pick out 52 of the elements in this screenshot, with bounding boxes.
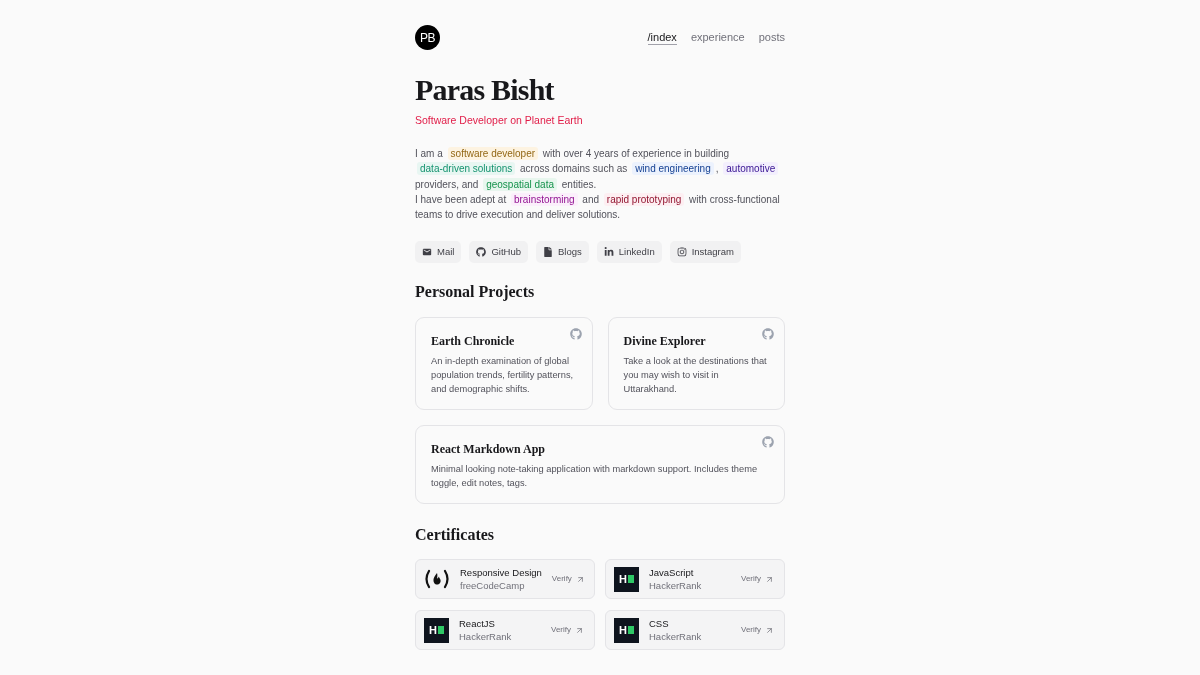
certificate-title: JavaScript [649, 567, 695, 579]
social-link[interactable]: GitHub [469, 241, 528, 264]
github-icon[interactable] [762, 328, 774, 341]
social-link[interactable]: Instagram [669, 241, 741, 264]
project-description: Minimal looking note-taking application with markdown support. Includes theme toggle, edit notes, tags. [431, 463, 759, 491]
project-description: An in-depth examination of global population trends, fertility patterns, and demographic shifts. [431, 355, 575, 397]
nav-link[interactable]: posts [758, 30, 785, 45]
arrow-up-right-icon [765, 575, 774, 584]
intro-paragraph: I have been adept at brainstorming and rapid prototyping with cross‑functional teams to drive execution and deliver solutions. [415, 191, 781, 223]
github-icon[interactable] [762, 436, 774, 449]
social-link[interactable]: Mail [415, 241, 462, 264]
project-card[interactable]: Divine Explorer Take a look at the destinations that you may wish to visit in Uttarakhand. [607, 317, 785, 411]
linkedin-icon [603, 247, 614, 258]
certificate-issuer: HackerRank [649, 579, 702, 592]
project-title: Earth Chronicle [431, 334, 516, 349]
certificate-issuer: HackerRank [649, 630, 702, 643]
certificate-title: Responsive Design [460, 567, 542, 579]
project-card[interactable]: React Markdown App Minimal looking note-taking application with markdown support. Includes theme toggle, edit notes, tags. [415, 425, 785, 505]
tagline: Software Developer on Planet Earth [415, 113, 584, 127]
project-title: Divine Explorer [623, 334, 707, 349]
arrow-up-right-icon [765, 626, 774, 635]
certificate-issuer: HackerRank [459, 630, 512, 643]
project-description: Take a look at the destinations that you may wish to visit in Uttarakhand. [623, 355, 768, 397]
certificate-title: ReactJS [459, 618, 496, 630]
project-card[interactable]: Earth Chronicle An in-depth examination of global population trends, fertility patterns, and demographic shifts. [415, 317, 593, 411]
verify-link[interactable]: Verify [551, 624, 584, 637]
github-icon [476, 247, 487, 258]
hackerrank-logo: H [614, 618, 639, 643]
project-title: React Markdown App [431, 442, 546, 457]
github-icon[interactable] [569, 328, 582, 341]
document-icon [543, 247, 553, 258]
certificate-title: CSS [649, 618, 670, 630]
hackerrank-logo: H [424, 618, 449, 643]
nav-link[interactable]: experience [690, 30, 745, 45]
arrow-up-right-icon [575, 575, 585, 584]
section-heading: Certificates [415, 525, 496, 546]
verify-link[interactable]: Verify [741, 573, 774, 586]
campfire-logo-icon [424, 569, 450, 590]
verify-link[interactable]: Verify [741, 624, 774, 637]
social-link[interactable]: Blogs [536, 241, 589, 264]
logo[interactable]: PB [415, 25, 440, 50]
name-heading: Paras Bisht [415, 73, 556, 107]
arrow-up-right-icon [575, 626, 584, 635]
nav-link[interactable]: /index [647, 30, 677, 45]
certificate-issuer: freeCodeCamp [460, 579, 526, 592]
section-heading: Personal Projects [415, 282, 536, 303]
envelope-icon [422, 247, 432, 258]
verify-link[interactable]: Verify [551, 573, 585, 586]
hackerrank-logo: H [614, 567, 639, 592]
instagram-icon [676, 247, 687, 258]
social-link[interactable]: LinkedIn [596, 241, 662, 264]
intro-paragraph: I am a software developer with over 4 years of experience in building data‑driven solutions across domains such as wind engineering , automotive providers, and geospatial data entities. [415, 146, 785, 192]
